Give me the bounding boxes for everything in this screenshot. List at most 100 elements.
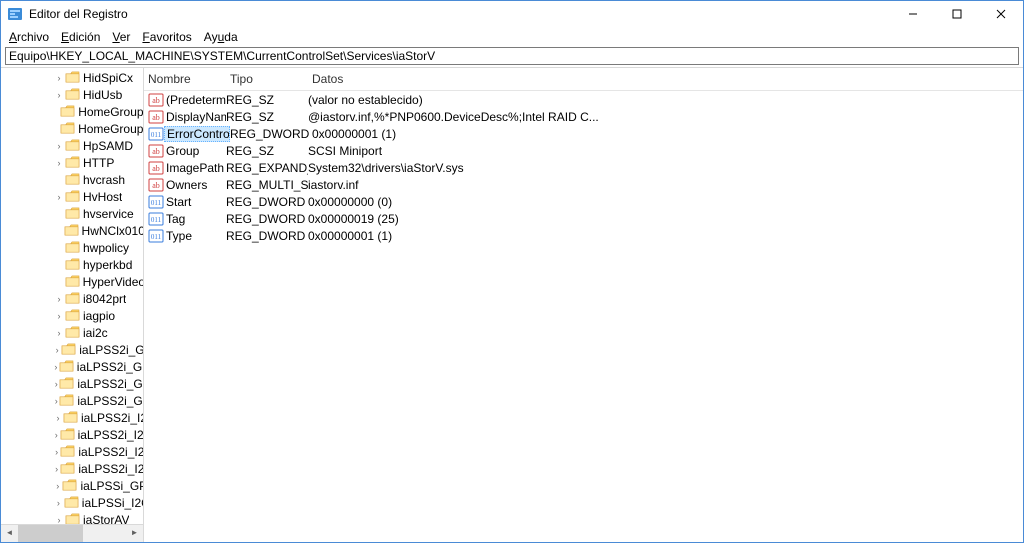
menu-favoritos[interactable]: Favoritos (136, 29, 197, 45)
tree-item-label: hwpolicy (83, 241, 129, 255)
chevron-icon[interactable]: › (53, 345, 61, 355)
list-body[interactable]: ab(Predeterminado)REG_SZ(valor no establ… (144, 91, 1023, 542)
chevron-icon[interactable]: › (53, 515, 65, 525)
tree-item[interactable]: hvcrash (1, 171, 143, 188)
scroll-right-arrow[interactable]: ► (126, 525, 143, 542)
value-row[interactable]: 011ErrorControlREG_DWORD0x00000001 (1) (144, 125, 1023, 142)
value-name: ErrorControl (164, 126, 230, 142)
tree-item-label: HpSAMD (83, 139, 133, 153)
menu-ayuda[interactable]: Ayuda (198, 29, 244, 45)
chevron-icon[interactable]: › (53, 141, 65, 151)
tree-item[interactable]: › iaLPSSi_GPIO (1, 477, 143, 494)
tree-item[interactable]: › iaLPSS2i_I2C_CNL (1, 443, 143, 460)
tree-item[interactable]: ›iaLPSS2i_GPIO2_CNL (1, 375, 143, 392)
tree-item[interactable]: HomeGroupListener (1, 103, 143, 120)
tree-item-label: hyperkbd (83, 258, 132, 272)
menubar: Archivo Edición Ver Favoritos Ayuda (1, 27, 1023, 46)
tree-item[interactable]: › HidUsb (1, 86, 143, 103)
tree-item[interactable]: ›iaLPSS2i_I2C_GLK (1, 460, 143, 477)
window-controls (891, 1, 1023, 27)
minimize-button[interactable] (891, 1, 935, 27)
chevron-icon[interactable]: › (53, 413, 63, 423)
tree-item-label: iaLPSS2i_GPIO2_BXT_P (77, 360, 143, 374)
tree-item[interactable]: ›iaLPSSi_I2C (1, 494, 143, 511)
tree-item[interactable]: ›iagpio (1, 307, 143, 324)
scroll-left-arrow[interactable]: ◄ (1, 525, 18, 542)
address-input[interactable] (5, 47, 1019, 65)
tree-item-label: iaLPSS2i_I2C_CNL (78, 445, 143, 459)
chevron-icon[interactable]: › (53, 481, 62, 491)
tree-item[interactable]: › HpSAMD (1, 137, 143, 154)
maximize-button[interactable] (935, 1, 979, 27)
value-type: REG_DWORD (226, 212, 308, 226)
value-type: REG_DWORD (230, 127, 312, 141)
close-button[interactable] (979, 1, 1023, 27)
value-row[interactable]: 011TagREG_DWORD0x00000019 (25) (144, 210, 1023, 227)
value-row[interactable]: 011TypeREG_DWORD0x00000001 (1) (144, 227, 1023, 244)
value-row[interactable]: abGroupREG_SZSCSI Miniport (144, 142, 1023, 159)
tree-item-label: iaLPSS2i_GPIO2_GLK (77, 394, 143, 408)
tree-item-label: HvHost (83, 190, 122, 204)
tree-item[interactable]: ›iaLPSS2i_GPIO2_BXT_P (1, 358, 143, 375)
value-type: REG_EXPAND_SZ (226, 161, 308, 175)
tree-item[interactable]: ›iaLPSS2i_I2C_BXT_P (1, 426, 143, 443)
tree-item-label: iaLPSSi_GPIO (80, 479, 143, 493)
chevron-icon[interactable]: › (53, 294, 65, 304)
value-name: ImagePath (166, 161, 226, 175)
menu-edicion[interactable]: Edición (55, 29, 106, 45)
tree-item[interactable]: HwNClx0101 (1, 222, 143, 239)
tree-item[interactable]: › HvHost (1, 188, 143, 205)
chevron-icon[interactable]: › (53, 464, 60, 474)
tree-scroll[interactable]: ›HidSpiCx›HidUsbHomeGroupListenerHomeGro… (1, 68, 143, 524)
chevron-icon[interactable]: › (53, 311, 65, 321)
tree-item[interactable]: ›iaLPSS2i_I2C (1, 409, 143, 426)
value-row[interactable]: abDisplayNameREG_SZ@iastorv.inf,%*PNP060… (144, 108, 1023, 125)
col-header-data[interactable]: Datos (312, 72, 1023, 86)
menu-ver[interactable]: Ver (106, 29, 136, 45)
svg-text:ab: ab (152, 164, 160, 173)
col-header-type[interactable]: Tipo (230, 72, 312, 86)
col-header-name[interactable]: Nombre (144, 72, 230, 86)
tree-item-label: HidUsb (83, 88, 122, 102)
tree-item[interactable]: ›HTTP (1, 154, 143, 171)
scroll-track[interactable] (18, 525, 126, 542)
chevron-icon[interactable]: › (53, 90, 65, 100)
chevron-icon[interactable]: › (53, 430, 60, 440)
tree-item[interactable]: ›i8042prt (1, 290, 143, 307)
tree-item[interactable]: ›HidSpiCx (1, 69, 143, 86)
tree-item[interactable]: ›iaStorAV (1, 511, 143, 524)
value-row[interactable]: ab(Predeterminado)REG_SZ(valor no establ… (144, 91, 1023, 108)
svg-text:011: 011 (151, 233, 162, 241)
tree-item[interactable]: HomeGroupProvider (1, 120, 143, 137)
chevron-icon[interactable]: › (53, 328, 65, 338)
tree-item[interactable]: › iaLPSS2i_GPIO2 (1, 341, 143, 358)
tree-hscrollbar[interactable]: ◄ ► (1, 524, 143, 542)
scroll-thumb[interactable] (18, 525, 83, 542)
tree-item[interactable]: hvservice (1, 205, 143, 222)
chevron-icon[interactable]: › (53, 498, 64, 508)
svg-text:ab: ab (152, 147, 160, 156)
svg-text:011: 011 (151, 199, 162, 207)
chevron-icon[interactable]: › (53, 447, 60, 457)
value-row[interactable]: abOwnersREG_MULTI_SZiastorv.inf (144, 176, 1023, 193)
address-bar (5, 47, 1019, 65)
svg-text:ab: ab (152, 113, 160, 122)
chevron-icon[interactable]: › (53, 158, 65, 168)
titlebar[interactable]: Editor del Registro (1, 1, 1023, 27)
tree-item-label: iaLPSS2i_GPIO2 (79, 343, 143, 357)
value-data: SCSI Miniport (308, 144, 1023, 158)
tree-item[interactable]: HyperVideo (1, 273, 143, 290)
tree-item[interactable]: ›iaLPSS2i_GPIO2_GLK (1, 392, 143, 409)
value-data: System32\drivers\iaStorV.sys (308, 161, 1023, 175)
svg-text:011: 011 (151, 131, 162, 139)
tree: ›HidSpiCx›HidUsbHomeGroupListenerHomeGro… (1, 68, 143, 524)
value-row[interactable]: 011StartREG_DWORD0x00000000 (0) (144, 193, 1023, 210)
tree-pane: ›HidSpiCx›HidUsbHomeGroupListenerHomeGro… (1, 68, 144, 542)
tree-item[interactable]: hyperkbd (1, 256, 143, 273)
tree-item[interactable]: hwpolicy (1, 239, 143, 256)
chevron-icon[interactable]: › (53, 73, 65, 83)
chevron-icon[interactable]: › (53, 192, 65, 202)
value-row[interactable]: ab ImagePathREG_EXPAND_SZSystem32\drivers… (144, 159, 1023, 176)
tree-item[interactable]: ›iai2c (1, 324, 143, 341)
menu-archivo[interactable]: Archivo (3, 29, 55, 45)
